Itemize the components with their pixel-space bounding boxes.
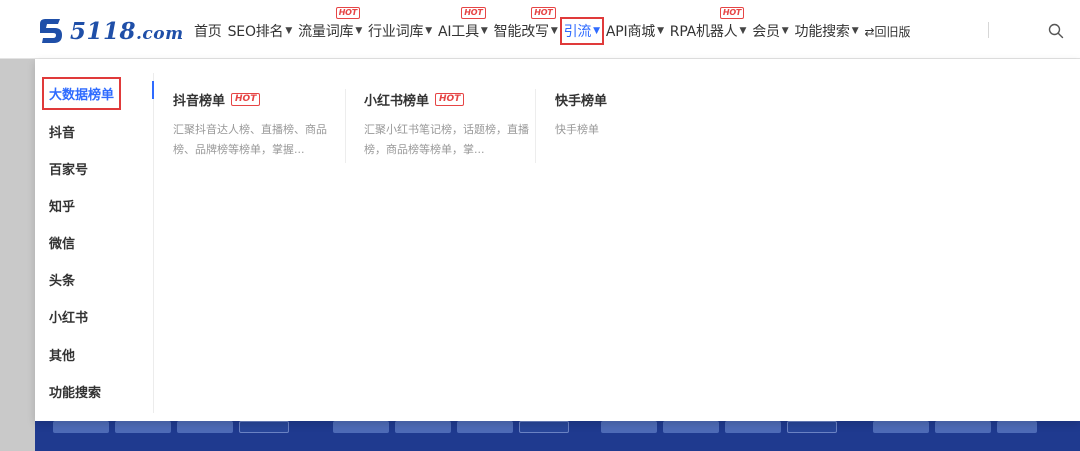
card-title[interactable]: 抖音榜单 HOT <box>173 90 343 109</box>
nav-item-membership[interactable]: 会员 ▼ <box>752 21 789 41</box>
switch-old-version-link[interactable]: ⇄回旧版 <box>864 23 910 40</box>
logo[interactable]: 5118.com <box>36 16 184 46</box>
column-divider <box>345 89 346 163</box>
nav-item-ai-tools[interactable]: HOT AI工具 ▼ <box>438 7 488 41</box>
traffic-dropdown-menu: 大数据榜单 抖音 百家号 知乎 微信 头条 小红书 其他 功能搜索 抖音榜单 H… <box>35 59 1080 421</box>
sidebar-item-zhihu[interactable]: 知乎 <box>49 196 75 215</box>
nav-item-industry-words[interactable]: 行业词库 ▼ <box>368 21 432 41</box>
top-nav-bar: 5118.com 首页 SEO排名 ▼ HOT 流量词库 ▼ 行业词库 ▼ HOT A… <box>0 0 1080 59</box>
sidebar-item-wechat[interactable]: 微信 <box>49 233 75 252</box>
nav-item-feature-search[interactable]: 功能搜索 ▼ <box>795 21 859 41</box>
sidebar-item-big-data-rankings[interactable]: 大数据榜单 <box>41 77 122 110</box>
search-icon[interactable] <box>1048 23 1064 39</box>
page-background-blocks <box>35 421 1080 435</box>
nav-item-rpa-robot[interactable]: HOT RPA机器人 ▼ <box>670 7 747 41</box>
ranking-card-xiaohongshu[interactable]: 小红书榜单 HOT 汇聚小红书笔记榜，话题榜，直播榜，商品榜等榜单，掌... <box>364 90 534 160</box>
nav-item-api-store[interactable]: API商城 ▼ <box>606 21 664 41</box>
caret-down-icon: ▼ <box>851 26 859 36</box>
caret-down-icon: ▼ <box>739 26 747 36</box>
logo-text: 5118.com <box>70 17 184 45</box>
nav-item-traffic-words[interactable]: HOT 流量词库 ▼ <box>298 7 363 41</box>
card-title[interactable]: 快手榜单 <box>555 90 725 109</box>
logo-mark-icon <box>40 19 62 43</box>
caret-down-icon: ▼ <box>550 26 558 36</box>
sidebar-item-xiaohongshu[interactable]: 小红书 <box>49 307 88 326</box>
caret-down-icon: ▼ <box>781 26 789 36</box>
hot-badge: HOT <box>231 93 261 106</box>
sidebar-item-other[interactable]: 其他 <box>49 345 75 364</box>
nav-divider <box>988 22 989 38</box>
card-description[interactable]: 汇聚抖音达人榜、直播榜、商品榜、品牌榜等榜单，掌握... <box>173 120 341 160</box>
caret-down-icon: ▼ <box>657 26 664 36</box>
card-description[interactable]: 汇聚小红书笔记榜，话题榜，直播榜，商品榜等榜单，掌... <box>364 120 532 160</box>
sidebar-item-baijiahao[interactable]: 百家号 <box>49 159 88 178</box>
sidebar-item-feature-search[interactable]: 功能搜索 <box>49 382 101 401</box>
nav-item-smart-rewrite[interactable]: HOT 智能改写 ▼ <box>494 7 558 41</box>
nav-item-seo-rank[interactable]: SEO排名 ▼ <box>228 21 293 41</box>
sidebar-divider <box>153 73 154 413</box>
nav-item-traffic-drive[interactable]: 引流 ▼ <box>559 17 604 45</box>
dropdown-sidebar: 大数据榜单 抖音 百家号 知乎 微信 头条 小红书 其他 功能搜索 <box>35 59 153 421</box>
sidebar-item-douyin[interactable]: 抖音 <box>49 122 75 141</box>
caret-down-icon: ▼ <box>285 26 293 36</box>
hot-badge: HOT <box>719 7 745 19</box>
caret-down-icon: ▼ <box>355 26 363 36</box>
sidebar-item-toutiao[interactable]: 头条 <box>49 270 75 289</box>
main-nav: 首页 SEO排名 ▼ HOT 流量词库 ▼ 行业词库 ▼ HOT AI工具 ▼ HOT … <box>194 7 911 45</box>
caret-down-icon: ▼ <box>593 26 600 36</box>
hot-badge: HOT <box>531 7 556 19</box>
hot-badge: HOT <box>435 93 465 106</box>
ranking-card-kuaishou[interactable]: 快手榜单 快手榜单 <box>555 90 725 140</box>
hot-badge: HOT <box>461 7 486 19</box>
caret-down-icon: ▼ <box>425 26 432 36</box>
hot-badge: HOT <box>335 7 361 19</box>
nav-item-home[interactable]: 首页 <box>194 21 222 41</box>
column-divider <box>535 89 536 163</box>
caret-down-icon: ▼ <box>480 26 488 36</box>
dropdown-pointer <box>620 51 632 58</box>
card-title[interactable]: 小红书榜单 HOT <box>364 90 534 109</box>
card-description[interactable]: 快手榜单 <box>555 120 723 140</box>
ranking-card-douyin[interactable]: 抖音榜单 HOT 汇聚抖音达人榜、直播榜、商品榜、品牌榜等榜单，掌握... <box>173 90 343 160</box>
sidebar-active-indicator <box>152 81 154 99</box>
